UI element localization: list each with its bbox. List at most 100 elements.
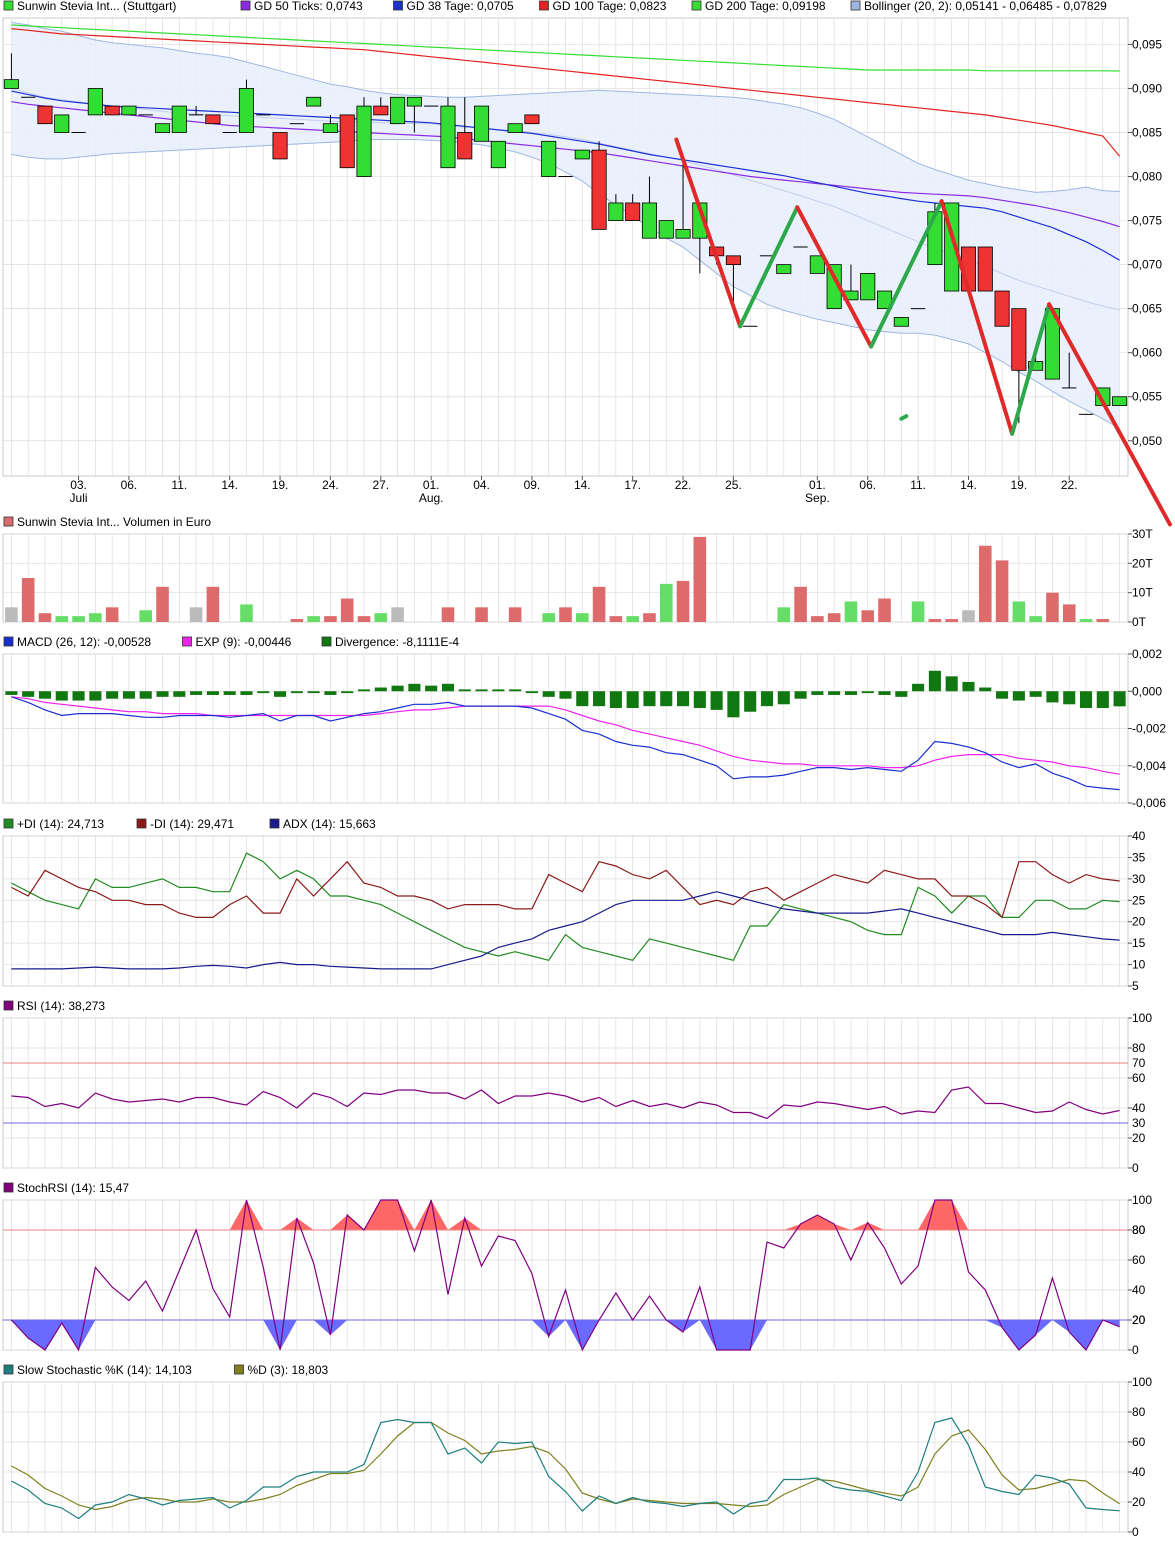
volume-bar bbox=[777, 607, 791, 622]
y-tick-label: 20 bbox=[1132, 1131, 1146, 1145]
y-tick-label: 0,085 bbox=[1132, 126, 1162, 140]
legend-label: Bollinger (20, 2): 0,05141 - 0,06485 - 0… bbox=[864, 0, 1107, 13]
trendline-up bbox=[899, 414, 909, 421]
divergence-bar bbox=[290, 691, 303, 694]
candle-body bbox=[373, 105, 389, 116]
volume-bar bbox=[1029, 616, 1042, 622]
candle-body bbox=[154, 123, 171, 133]
legend-swatch bbox=[3, 1364, 14, 1375]
stochrsi-ref-label: 80 bbox=[1132, 1223, 1146, 1237]
y-tick-label: 0,080 bbox=[1132, 170, 1162, 184]
x-tick-label: 09. bbox=[524, 478, 541, 492]
legend-swatch bbox=[3, 636, 14, 647]
x-tick-label: 11. bbox=[171, 478, 187, 492]
candle-body bbox=[339, 114, 355, 169]
divergence-bar bbox=[693, 691, 706, 709]
candle-body bbox=[574, 149, 590, 160]
volume-bar bbox=[5, 607, 18, 622]
y-tick-label: 0,070 bbox=[1132, 258, 1162, 272]
volume-bar bbox=[794, 586, 807, 622]
legend-swatch bbox=[691, 0, 702, 11]
x-tick-label: 17. bbox=[624, 478, 641, 492]
divergence-bar bbox=[1113, 691, 1126, 707]
volume-bar bbox=[827, 613, 841, 622]
x-tick-label: 01. bbox=[809, 478, 826, 492]
candle-body bbox=[507, 123, 523, 133]
candle-body bbox=[104, 105, 120, 116]
legend-label: MACD (26, 12): -0,00528 bbox=[17, 635, 151, 649]
y-tick-label: -0,006 bbox=[1132, 796, 1166, 810]
divergence-bar bbox=[744, 691, 757, 712]
candle-body bbox=[977, 246, 993, 292]
volume-bar bbox=[1046, 592, 1059, 622]
volume-bar bbox=[1079, 619, 1093, 622]
candle-body bbox=[490, 140, 506, 169]
volume-bar bbox=[441, 607, 455, 622]
x-tick-sublabel: Aug. bbox=[419, 491, 444, 505]
legend-swatch bbox=[539, 0, 549, 11]
volume-bar bbox=[609, 616, 623, 622]
volume-bar bbox=[240, 604, 253, 622]
divergence-bar bbox=[139, 691, 152, 699]
x-tick-label: 01. bbox=[423, 478, 440, 492]
divergence-bar bbox=[1029, 691, 1042, 697]
divergence-bar bbox=[122, 691, 135, 699]
candle-body bbox=[87, 88, 103, 116]
divergence-bar bbox=[55, 691, 68, 701]
legend-label: Sunwin Stevia Int... (Stuttgart) bbox=[17, 0, 176, 13]
x-tick-label: 19. bbox=[1011, 478, 1028, 492]
y-tick-label: 0 bbox=[1132, 1343, 1139, 1357]
y-tick-label: 0,065 bbox=[1132, 302, 1162, 316]
y-tick-label: 0,090 bbox=[1132, 81, 1162, 95]
candle-body bbox=[994, 290, 1010, 327]
legend-swatch bbox=[136, 818, 147, 829]
legend-swatch bbox=[3, 1000, 14, 1011]
y-tick-label: 25 bbox=[1132, 893, 1146, 907]
divergence-bar bbox=[609, 691, 622, 709]
legend-label: GD 100 Tage: 0,0823 bbox=[553, 0, 667, 13]
y-tick-label: 15 bbox=[1132, 936, 1146, 950]
divergence-bar bbox=[391, 685, 404, 692]
legend-label: GD 200 Tage: 0,09198 bbox=[705, 0, 826, 13]
x-tick-label: 11. bbox=[910, 478, 926, 492]
volume-bar bbox=[307, 616, 320, 622]
y-tick-label: 0,055 bbox=[1132, 390, 1162, 404]
divergence-bar bbox=[206, 691, 219, 695]
divergence-bar bbox=[106, 691, 119, 699]
y-tick-label: 0,060 bbox=[1132, 346, 1162, 360]
volume-bar bbox=[21, 578, 35, 622]
volume-bar bbox=[643, 613, 656, 622]
divergence-bar bbox=[727, 691, 740, 718]
divergence-bar bbox=[878, 691, 891, 695]
divergence-bar bbox=[760, 691, 774, 707]
volume-bar bbox=[592, 586, 606, 622]
volume-bar bbox=[811, 616, 824, 622]
candle-body bbox=[474, 105, 490, 142]
divergence-bar bbox=[22, 691, 35, 697]
legend-label: Divergence: -8,1111E-4 bbox=[335, 635, 459, 649]
volume-bar bbox=[139, 610, 153, 622]
divergence-bar bbox=[1046, 691, 1059, 703]
divergence-bar bbox=[492, 689, 505, 692]
volume-bar bbox=[878, 598, 891, 622]
y-tick-label: 0 bbox=[1132, 1525, 1139, 1539]
y-tick-label: 35 bbox=[1132, 850, 1146, 864]
x-tick-label: 14. bbox=[221, 478, 238, 492]
y-tick-label: 20 bbox=[1132, 1495, 1146, 1509]
divergence-bar bbox=[1096, 691, 1109, 709]
x-tick-label: 27. bbox=[372, 478, 389, 492]
candle-body bbox=[238, 88, 255, 133]
candle-body bbox=[356, 105, 372, 177]
divergence-bar bbox=[274, 691, 287, 697]
y-tick-label: 40 bbox=[1132, 1465, 1146, 1479]
legend-swatch bbox=[3, 516, 14, 527]
candle-body bbox=[927, 211, 943, 266]
divergence-bar bbox=[525, 691, 538, 694]
candle-body bbox=[3, 79, 19, 89]
divergence-bar bbox=[643, 691, 656, 707]
divergence-bar bbox=[1012, 691, 1025, 701]
y-tick-label: -0,002 bbox=[1132, 722, 1166, 736]
divergence-bar bbox=[928, 670, 941, 692]
candle-body bbox=[1011, 308, 1027, 371]
x-tick-label: 24. bbox=[322, 478, 339, 492]
